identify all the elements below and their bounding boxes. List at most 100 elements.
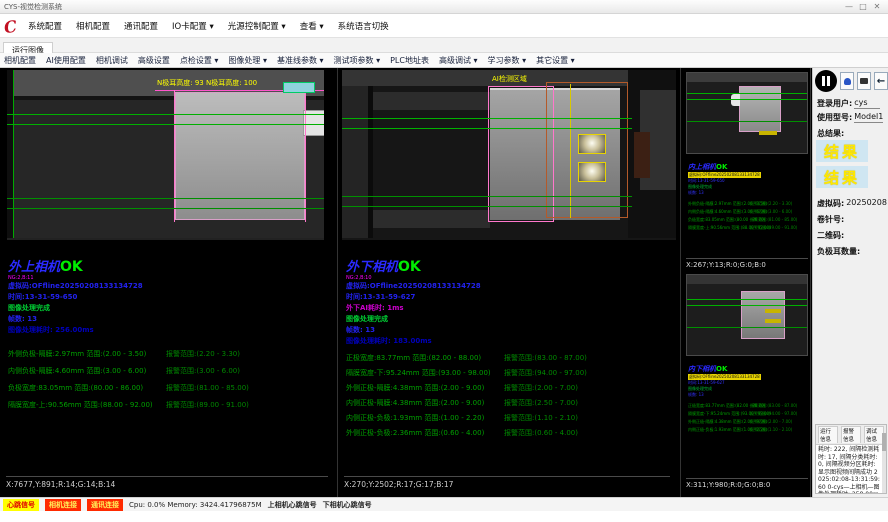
menu-item[interactable]: 相机配置 xyxy=(76,20,110,32)
toolbar-item[interactable]: 相机调试 xyxy=(96,55,128,66)
process-elapsed-line: 图像处理耗时: 183.00ms xyxy=(346,336,587,347)
result-box-2: 结果 xyxy=(816,166,868,188)
info-tab[interactable]: 报警信息 xyxy=(841,426,861,443)
camera-thumb-inner-upper[interactable] xyxy=(686,72,808,154)
green-guide-hline-3 xyxy=(687,327,808,328)
measurement-row: 外侧正极-隔膜:4.38mm 范围:(2.00 - 9.00) 报警范围:(2.… xyxy=(346,381,587,396)
toolbar-item[interactable]: 测试项参数 ▾ xyxy=(334,55,381,66)
result-ok-label: OK xyxy=(398,259,421,275)
user-icon xyxy=(844,78,851,85)
green-guide-vline xyxy=(13,70,14,238)
scrollbar-thumb[interactable] xyxy=(882,433,886,451)
info-tab[interactable]: 调试信息 xyxy=(864,426,884,443)
machine-mid-strip-1 xyxy=(373,92,490,110)
alarm-range: 报警范围:(81.00 - 85.00) xyxy=(750,216,797,224)
measurement-row: 内侧正极-隔膜:4.38mm 范围:(2.00 - 9.00) 报警范围:(2.… xyxy=(346,396,587,411)
pause-button[interactable] xyxy=(815,70,837,92)
pixel-coords-readout: X:311;Y:980;R:0;G:0;B:0 xyxy=(686,478,808,489)
green-guide-hline-2 xyxy=(687,99,808,100)
alarm-range: 报警范围:(94.00 - 97.00) xyxy=(504,366,587,381)
camera-title: 外下相机 xyxy=(346,260,398,275)
menu-bar: C 系统配置相机配置通讯配置IO卡配置 ▾光源控制配置 ▾查看 ▾系统语言切换 xyxy=(0,14,888,38)
toolbar-item[interactable]: 相机配置 xyxy=(4,55,36,66)
green-guide-hline-1 xyxy=(7,114,324,115)
measurement-row: 外侧正极-隔膜:4.38mm 范围:(2.00 - 9.00) 报警范围:(2.… xyxy=(688,418,797,426)
measurement-value: 隔膜宽度-下:95.24mm 范围:(93.00 - 98.00) xyxy=(688,410,750,418)
close-button[interactable]: ✕ xyxy=(870,2,884,11)
pink-roi-box xyxy=(488,86,554,222)
machine-mid-strip-2 xyxy=(373,210,490,228)
toolbar-items: 相机配置 AI使用配置相机调试高级设置点检设置 ▾ 图像处理 ▾ 基准线参数 ▾ 测试项… xyxy=(4,55,575,66)
measurement-row: 内侧负极-隔膜:4.60mm 范围:(3.00 - 6.00) 报警范围:(3.… xyxy=(688,208,797,216)
monitor-button[interactable] xyxy=(857,72,871,90)
menu-item[interactable]: 光源控制配置 ▾ xyxy=(228,20,286,32)
measurement-row: 隔膜宽度-下:95.24mm 范围:(93.00 - 98.00) 报警范围:(… xyxy=(346,366,587,381)
menu-item[interactable]: 系统语言切换 xyxy=(338,20,389,32)
toolbar-item[interactable]: 其它设置 ▾ xyxy=(536,55,575,66)
toolbar-item[interactable]: PLC地址表 xyxy=(390,55,429,66)
tab-height-overlay-label: N极耳高度: 93 N极耳高度: 100 xyxy=(157,78,257,88)
result-ok-label: OK xyxy=(60,259,83,275)
back-button[interactable]: ← xyxy=(874,72,888,90)
camera-thumb-inner-lower[interactable] xyxy=(686,274,808,356)
info-tab[interactable]: 运行信息 xyxy=(818,426,838,443)
maximize-button[interactable]: □ xyxy=(856,2,870,11)
alarm-range: 报警范围:(2.50 - 7.00) xyxy=(504,396,578,411)
alarm-range: 报警范围:(89.00 - 91.00) xyxy=(750,224,797,232)
upper-camera-heartbeat: 上相机心跳信号 xyxy=(268,500,317,510)
toolbar-item[interactable]: 学习参数 ▾ xyxy=(488,55,527,66)
measurement-value: 内侧正极-负极:1.93mm 范围:(1.00 - 2.20) xyxy=(346,411,504,426)
menu-item[interactable]: 查看 ▾ xyxy=(300,20,324,32)
ai-roi-overlay-label: AI检测区域 xyxy=(492,74,527,84)
result-ok-label: OK xyxy=(716,163,727,171)
measurement-value: 正极宽度:83.77mm 范围:(82.00 - 88.00) xyxy=(688,402,750,410)
process-done-line: 图像处理完成 xyxy=(8,303,249,314)
alarm-range: 报警范围:(81.00 - 85.00) xyxy=(166,380,249,397)
info-scrollbar[interactable] xyxy=(882,433,886,494)
measurement-value: 负极宽度:83.05mm 范围:(80.00 - 86.00) xyxy=(8,380,166,397)
menu-item[interactable]: 系统配置 xyxy=(28,20,62,32)
back-arrow-icon: ← xyxy=(877,76,885,87)
monitor-icon xyxy=(860,78,868,84)
login-user-row: 登录用户: cys xyxy=(817,98,887,109)
minimize-button[interactable]: — xyxy=(842,2,856,11)
result-text-1: 结果 xyxy=(824,141,860,162)
measurement-row: 内侧正极-负极:1.93mm 范围:(1.00 - 2.20) 报警范围:(1.… xyxy=(346,411,587,426)
menu-item[interactable]: 通讯配置 xyxy=(124,20,158,32)
toolbar-item[interactable]: AI使用配置 xyxy=(46,55,86,66)
login-user-label: 登录用户: xyxy=(817,98,852,109)
alarm-range: 报警范围:(2.20 - 3.30) xyxy=(166,346,240,363)
result-text-2: 结果 xyxy=(824,167,860,188)
measurement-row: 负极宽度:83.05mm 范围:(80.00 - 86.00) 报警范围:(81… xyxy=(8,380,249,397)
lower-camera-heartbeat: 下相机心跳信号 xyxy=(323,500,372,510)
heartbeat-status-badge: 心跳信号 xyxy=(3,499,39,511)
green-guide-hline-2 xyxy=(7,124,324,125)
alarm-range: 报警范围:(3.00 - 6.00) xyxy=(750,208,792,216)
qr-label: 二维码: xyxy=(817,230,844,241)
green-guide-hline-3 xyxy=(687,121,808,122)
measurement-rows: 正极宽度:83.77mm 范围:(82.00 - 88.00) 报警范围:(83… xyxy=(346,351,587,441)
toolbar-item[interactable]: 高级调试 ▾ xyxy=(439,55,478,66)
status-bar: 心跳信号 相机连接 通讯连接 Cpu: 0.0% Memory: 3424.41… xyxy=(0,497,888,511)
title-bar: CYS-视觉检测系统 — □ ✕ xyxy=(0,0,888,14)
menu-item[interactable]: IO卡配置 ▾ xyxy=(172,20,214,32)
camera-image-outer-lower[interactable]: AI检测区域 xyxy=(342,70,676,240)
total-result-label: 总结果: xyxy=(817,128,844,139)
toolbar-item[interactable]: 基准线参数 ▾ xyxy=(277,55,324,66)
alarm-range: 报警范围:(2.00 - 7.00) xyxy=(504,381,578,396)
toolbar-item[interactable]: 点检设置 ▾ xyxy=(180,55,219,66)
cpu-memory-readout: Cpu: 0.0% Memory: 3424.41796875M xyxy=(129,501,262,509)
measurement-row: 内侧正极-负极:1.93mm 范围:(1.00 - 2.20) 报警范围:(1.… xyxy=(688,426,797,434)
alarm-range: 报警范围:(83.00 - 87.00) xyxy=(504,351,587,366)
toolbar-item[interactable]: 高级设置 xyxy=(138,55,170,66)
measurement-value: 内侧正极-负极:1.93mm 范围:(1.00 - 2.20) xyxy=(688,426,750,434)
pixel-coords-readout: X:7677,Y:891;R:14;G:14;B:14 xyxy=(6,476,328,489)
user-button[interactable] xyxy=(840,72,854,90)
roi-box-cyan xyxy=(283,82,315,93)
toolbar-item[interactable]: 图像处理 ▾ xyxy=(228,55,267,66)
total-result-row: 总结果: xyxy=(817,128,887,139)
window-title: CYS-视觉检测系统 xyxy=(4,2,842,12)
camera-image-outer-upper[interactable]: N极耳高度: 93 N极耳高度: 100 xyxy=(7,70,324,240)
tab-strip: 运行图像 xyxy=(0,38,888,53)
camera-title: 外上相机 xyxy=(8,260,60,275)
